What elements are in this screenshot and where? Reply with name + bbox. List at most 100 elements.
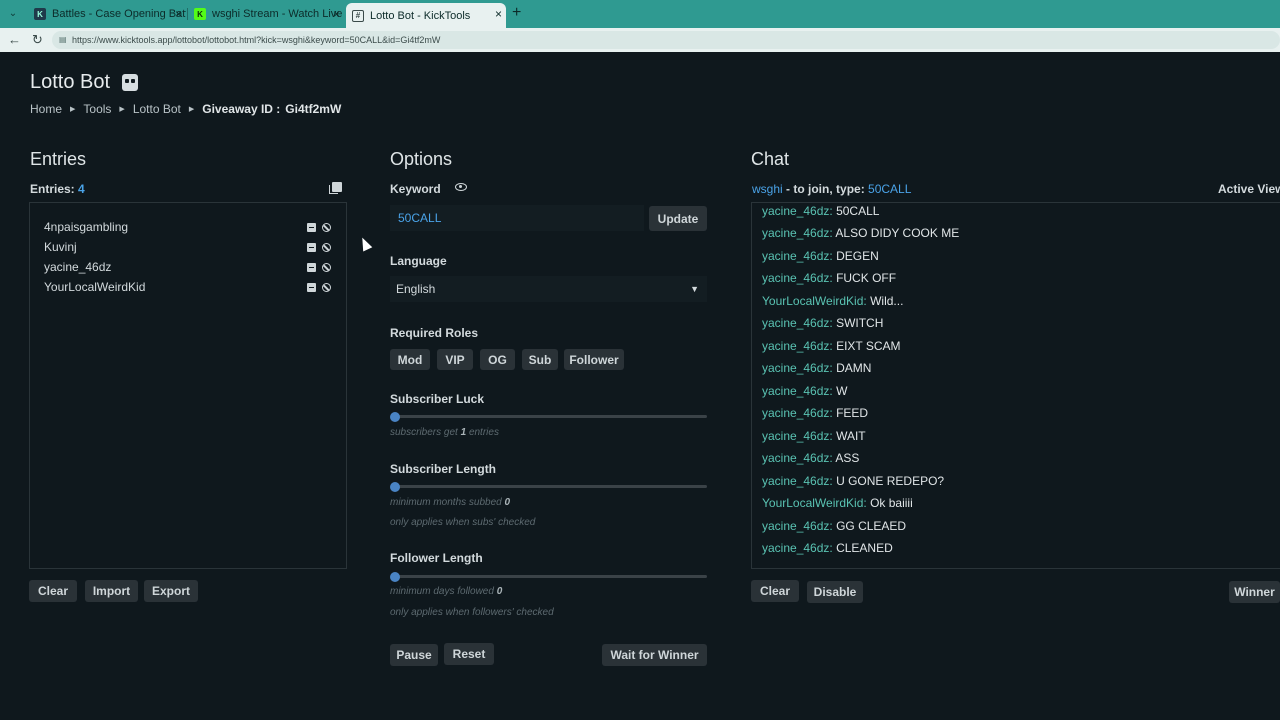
keyword-input[interactable] [390, 205, 644, 231]
browser-tabbar: ⌄ K Battles - Case Opening Battles × K w… [0, 0, 1280, 28]
copy-icon[interactable] [329, 182, 342, 194]
minus-square-icon[interactable] [307, 263, 316, 272]
chat-message: YourLocalWeirdKid: Ok baiiii [762, 496, 913, 510]
entries-clear-button[interactable]: Clear [29, 580, 77, 602]
page-title: Lotto Bot [30, 71, 139, 94]
chat-heading: Chat [751, 149, 790, 169]
chat-text: ASS [835, 451, 860, 465]
chat-text: 50CALL [836, 204, 880, 218]
role-vip-toggle[interactable]: VIP [437, 349, 473, 370]
language-select[interactable]: English ▼ [390, 276, 707, 302]
close-tab-icon[interactable]: × [175, 7, 182, 21]
giveaway-id-value: Gi4tf2mW [285, 102, 342, 116]
tab-list-icon[interactable]: ⌄ [6, 7, 20, 21]
hint-text: minimum days followed [390, 586, 494, 597]
ban-icon[interactable] [322, 283, 331, 292]
chat-username: yacine_46dz: [762, 541, 833, 555]
chat-text: Ok baiiii [870, 496, 913, 510]
import-button[interactable]: Import [85, 580, 138, 602]
wait-for-winner-button[interactable]: Wait for Winner [602, 644, 707, 666]
tab-title: Battles - Case Opening Battles [52, 8, 186, 20]
hint-text: subscribers get [390, 427, 458, 438]
subscriber-length-slider[interactable] [395, 485, 707, 488]
tab-battles[interactable]: K Battles - Case Opening Battles × [28, 3, 186, 25]
chat-text: FUCK OFF [836, 271, 897, 285]
options-heading: Options [390, 149, 453, 169]
join-text: - to join, type: [786, 182, 865, 196]
new-tab-icon[interactable]: + [512, 5, 521, 21]
chat-message: yacine_46dz: DAMN [762, 361, 871, 375]
winner-button[interactable]: Winner [1229, 581, 1280, 603]
kick-favicon-icon: K [34, 8, 46, 20]
kicktools-favicon-icon: # [352, 9, 364, 22]
chat-text: WAIT [836, 429, 866, 443]
chat-text: CLEANED [836, 541, 893, 555]
entry-name: Kuvinj [44, 240, 77, 254]
tab-lotto-bot[interactable]: # Lotto Bot - KickTools × [346, 3, 506, 28]
breadcrumb-home[interactable]: Home [30, 102, 62, 116]
chat-message: yacine_46dz: CLEANED [762, 541, 893, 555]
page-title-text: Lotto Bot [30, 71, 111, 93]
chat-username: yacine_46dz: [762, 519, 833, 533]
address-bar: ← ↻ ▤ https://www.kicktools.app/lottobot… [0, 28, 1280, 52]
role-mod-toggle[interactable]: Mod [390, 349, 430, 370]
breadcrumb-lotto-bot[interactable]: Lotto Bot [133, 102, 181, 116]
channel-name: wsghi [752, 182, 783, 196]
disable-button[interactable]: Disable [807, 581, 863, 603]
follower-length-thumb[interactable] [390, 572, 400, 582]
minus-square-icon[interactable] [307, 283, 316, 292]
subscriber-length-label: Subscriber Length [390, 462, 497, 476]
ban-icon[interactable] [322, 223, 331, 232]
breadcrumb: Home ▶ Tools ▶ Lotto Bot ▶ Giveaway ID :… [30, 102, 341, 116]
chat-text: GG CLEAED [836, 519, 907, 533]
update-button[interactable]: Update [649, 206, 707, 231]
hint-value: 0 [504, 497, 511, 508]
kick-favicon-icon: K [194, 8, 206, 20]
chat-join-instructions: wsghi - to join, type: 50CALL [752, 182, 911, 196]
reload-icon[interactable]: ↻ [32, 32, 43, 48]
role-follower-toggle[interactable]: Follower [564, 349, 624, 370]
url-text: https://www.kicktools.app/lottobot/lotto… [72, 35, 441, 45]
chat-log[interactable]: yacine_46dz: 50CALL yacine_46dz: ALSO DI… [751, 202, 1280, 569]
url-field[interactable]: ▤ https://www.kicktools.app/lottobot/lot… [52, 31, 1280, 49]
role-og-toggle[interactable]: OG [480, 349, 515, 370]
chat-username: yacine_46dz: [762, 429, 833, 443]
entry-name: yacine_46dz [44, 260, 112, 274]
export-button[interactable]: Export [144, 580, 198, 602]
hint-value: 0 [496, 586, 503, 597]
ban-icon[interactable] [322, 263, 331, 272]
ban-icon[interactable] [322, 243, 331, 252]
subscriber-length-thumb[interactable] [390, 482, 400, 492]
reset-button[interactable]: Reset [444, 643, 494, 665]
eye-icon[interactable] [455, 183, 467, 191]
chevron-right-icon: ▶ [188, 106, 195, 113]
subscriber-luck-slider[interactable] [395, 415, 707, 418]
close-tab-icon[interactable]: × [333, 7, 340, 21]
chat-message: yacine_46dz: EIXT SCAM [762, 339, 901, 353]
subscriber-length-note: only applies when subs' checked [390, 517, 536, 528]
role-sub-toggle[interactable]: Sub [522, 349, 558, 370]
pause-button[interactable]: Pause [390, 644, 438, 666]
chat-message: yacine_46dz: U GONE REDEPO? [762, 474, 944, 488]
subscriber-luck-thumb[interactable] [390, 412, 400, 422]
entries-count-value: 4 [78, 182, 85, 196]
close-tab-icon[interactable]: × [495, 7, 502, 21]
language-label: Language [390, 254, 447, 268]
chat-text: W [836, 384, 848, 398]
chat-username: yacine_46dz: [762, 204, 833, 218]
site-info-icon[interactable]: ▤ [59, 31, 67, 49]
follower-length-slider[interactable] [395, 575, 707, 578]
minus-square-icon[interactable] [307, 243, 316, 252]
chat-username: yacine_46dz: [762, 406, 833, 420]
chat-message: yacine_46dz: W [762, 384, 847, 398]
chat-message: yacine_46dz: ALSO DIDY COOK ME [762, 226, 959, 240]
minus-square-icon[interactable] [307, 223, 316, 232]
breadcrumb-tools[interactable]: Tools [83, 102, 111, 116]
entries-list: 4npaisgambling Kuvinj yacine_46dz YourLo… [29, 202, 347, 569]
active-view-toggle[interactable]: Active View [1218, 182, 1280, 196]
back-arrow-icon[interactable]: ← [8, 32, 21, 48]
entries-count: Entries: 4 [30, 182, 85, 196]
chat-clear-button[interactable]: Clear [751, 580, 799, 602]
chat-text: EIXT SCAM [836, 339, 901, 353]
tab-kick-stream[interactable]: K wsghi Stream - Watch Live on Kick × [188, 3, 344, 25]
